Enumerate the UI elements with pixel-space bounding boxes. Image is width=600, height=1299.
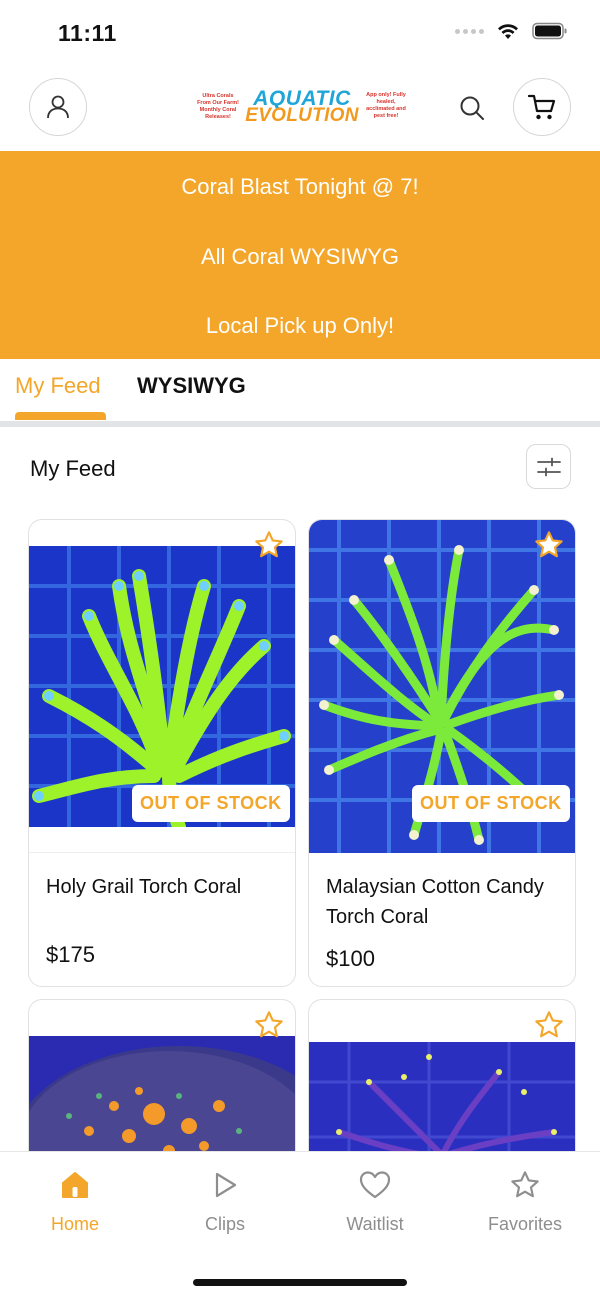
status-bar: 11:11: [0, 0, 600, 64]
product-name: Holy Grail Torch Coral: [46, 876, 242, 898]
feed-tabs: My Feed WYSIWYG: [0, 360, 600, 422]
product-card[interactable]: OUT OF STOCK Holy Grail Torch Coral $175: [28, 519, 296, 987]
battery-icon: [532, 22, 567, 40]
tab-my-feed[interactable]: My Feed: [15, 373, 101, 399]
divider: [0, 421, 600, 427]
tab-wysiwyg[interactable]: WYSIWYG: [137, 373, 246, 399]
cart-icon: [527, 94, 556, 120]
search-button[interactable]: [455, 91, 489, 125]
nav-label: Home: [50, 1214, 99, 1234]
user-icon: [47, 95, 69, 119]
star-outline-icon: [255, 1011, 283, 1038]
nav-waitlist[interactable]: Waitlist: [315, 1168, 435, 1235]
logo-left-tagline: Ultra Corals From Our Farm! Monthly Cora…: [197, 93, 239, 120]
product-card[interactable]: OUT OF STOCK Malaysian Cotton Candy Torc…: [308, 519, 576, 987]
banner-line: Coral Blast Tonight @ 7!: [181, 174, 419, 199]
filter-button[interactable]: [526, 444, 571, 489]
banner-line: All Coral WYSIWYG: [200, 244, 400, 269]
out-of-stock-badge: OUT OF STOCK: [132, 785, 290, 822]
favorite-button[interactable]: [252, 528, 286, 562]
home-indicator: [193, 1279, 407, 1286]
product-price: $100: [326, 946, 375, 971]
heart-icon: [358, 1168, 392, 1202]
star-outline-icon: [535, 1011, 563, 1038]
cellular-signal-icon: [455, 28, 484, 34]
promo-banner: Coral Blast Tonight @ 7! All Coral WYSIW…: [0, 151, 600, 359]
banner-line: Local Pick up Only!: [205, 313, 395, 338]
sliders-icon: [536, 457, 561, 476]
status-time: 11:11: [58, 20, 117, 46]
app-header: Ultra Corals From Our Farm! Monthly Cora…: [0, 78, 600, 138]
logo-word-evolution: EVOLUTION: [245, 105, 359, 126]
favorite-button[interactable]: [532, 528, 566, 562]
brand-logo: Ultra Corals From Our Farm! Monthly Cora…: [196, 88, 408, 128]
wifi-icon: [498, 24, 518, 39]
logo-right-tagline: App only! Fully healed, acclimated and p…: [366, 92, 406, 119]
active-tab-indicator: [15, 412, 106, 420]
cart-button[interactable]: [513, 78, 571, 136]
star-outline-icon: [535, 531, 563, 558]
profile-button[interactable]: [29, 78, 87, 136]
star-icon: [508, 1168, 542, 1202]
favorite-button[interactable]: [532, 1008, 566, 1042]
home-icon: [58, 1168, 92, 1202]
out-of-stock-badge: OUT OF STOCK: [412, 785, 570, 822]
nav-label: Clips: [204, 1214, 245, 1234]
product-name: Malaysian Cotton Candy Torch Coral: [326, 876, 544, 928]
search-icon: [460, 96, 484, 120]
bottom-tab-bar: Home Clips Waitlist Favorites: [0, 1151, 600, 1299]
nav-label: Favorites: [487, 1214, 563, 1234]
favorite-button[interactable]: [252, 1008, 286, 1042]
star-outline-icon: [255, 531, 283, 558]
nav-label: Waitlist: [346, 1214, 404, 1234]
nav-clips[interactable]: Clips: [165, 1168, 285, 1235]
status-indicators: [455, 22, 568, 40]
nav-favorites[interactable]: Favorites: [465, 1168, 585, 1235]
nav-home[interactable]: Home: [15, 1168, 135, 1235]
section-title: My Feed: [30, 456, 116, 481]
play-icon: [208, 1168, 242, 1202]
product-price: $175: [46, 942, 95, 967]
divider: [29, 852, 295, 853]
